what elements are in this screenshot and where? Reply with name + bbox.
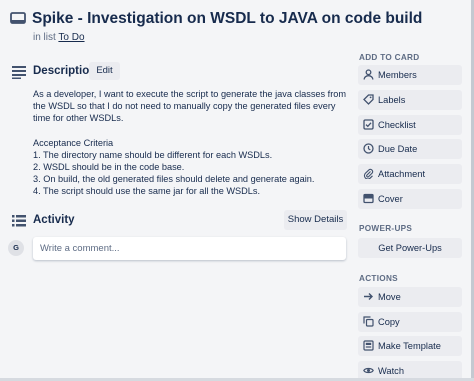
comment-input[interactable]: Write a comment...	[33, 237, 346, 260]
move-button[interactable]: Move	[358, 287, 462, 307]
criteria-item: 3. On build, the old generated files sho…	[33, 174, 315, 185]
attachment-label: Attachment	[378, 169, 426, 179]
make-template-label: Make Template	[378, 341, 441, 351]
description-paragraph: As a developer, I want to execute the sc…	[33, 89, 347, 124]
paperclip-icon	[363, 168, 374, 179]
label-icon	[363, 94, 374, 105]
copy-icon	[363, 316, 374, 327]
watch-label: Watch	[378, 366, 405, 376]
criteria-item: 1. The directory name should be differen…	[33, 149, 273, 160]
show-details-button[interactable]: Show Details	[284, 210, 347, 230]
copy-label: Copy	[378, 317, 400, 327]
criteria-title: Acceptance Criteria	[33, 137, 114, 148]
move-label: Move	[378, 292, 401, 302]
members-button[interactable]: Members	[358, 65, 462, 85]
powerups-heading: POWER-UPS	[359, 224, 413, 233]
list-link[interactable]: To Do	[58, 32, 84, 43]
in-list-prefix: in list	[33, 32, 56, 43]
criteria-item: 4. The script should use the same jar fo…	[33, 186, 261, 197]
add-to-card-heading: ADD TO CARD	[359, 53, 420, 62]
members-label: Members	[378, 70, 417, 80]
labels-button[interactable]: Labels	[358, 90, 462, 110]
card-title[interactable]: Spike - Investigation on WSDL to JAVA on…	[32, 10, 422, 28]
activity-heading: Activity	[33, 214, 75, 226]
description-heading: Description	[33, 65, 97, 77]
activity-icon	[12, 215, 26, 227]
cover-label: Cover	[378, 194, 403, 204]
checklist-button[interactable]: Checklist	[358, 115, 462, 135]
arrow-right-icon	[364, 293, 373, 300]
avatar[interactable]: G	[8, 240, 24, 256]
description-body[interactable]: As a developer, I want to execute the sc…	[33, 88, 349, 198]
description-icon	[12, 66, 26, 79]
criteria-item: 2. WSDL should be in the code base.	[33, 162, 185, 173]
clock-icon	[363, 143, 374, 154]
get-powerups-button[interactable]: Get Power-Ups	[358, 238, 462, 258]
due-date-label: Due Date	[378, 144, 418, 154]
card-icon	[10, 12, 26, 24]
due-date-button[interactable]: Due Date	[358, 139, 462, 159]
person-icon	[363, 69, 374, 80]
template-icon	[363, 340, 374, 351]
eye-icon	[363, 367, 374, 374]
labels-label: Labels	[378, 95, 406, 105]
cover-icon	[363, 193, 374, 204]
cover-button[interactable]: Cover	[358, 189, 462, 209]
checklist-icon	[363, 119, 374, 130]
make-template-button[interactable]: Make Template	[358, 336, 462, 356]
card-list-info: in list To Do	[33, 32, 85, 43]
actions-heading: ACTIONS	[359, 274, 398, 283]
checklist-label: Checklist	[378, 120, 416, 130]
attachment-button[interactable]: Attachment	[358, 164, 462, 184]
copy-button[interactable]: Copy	[358, 312, 462, 332]
edit-description-button[interactable]: Edit	[89, 62, 120, 80]
